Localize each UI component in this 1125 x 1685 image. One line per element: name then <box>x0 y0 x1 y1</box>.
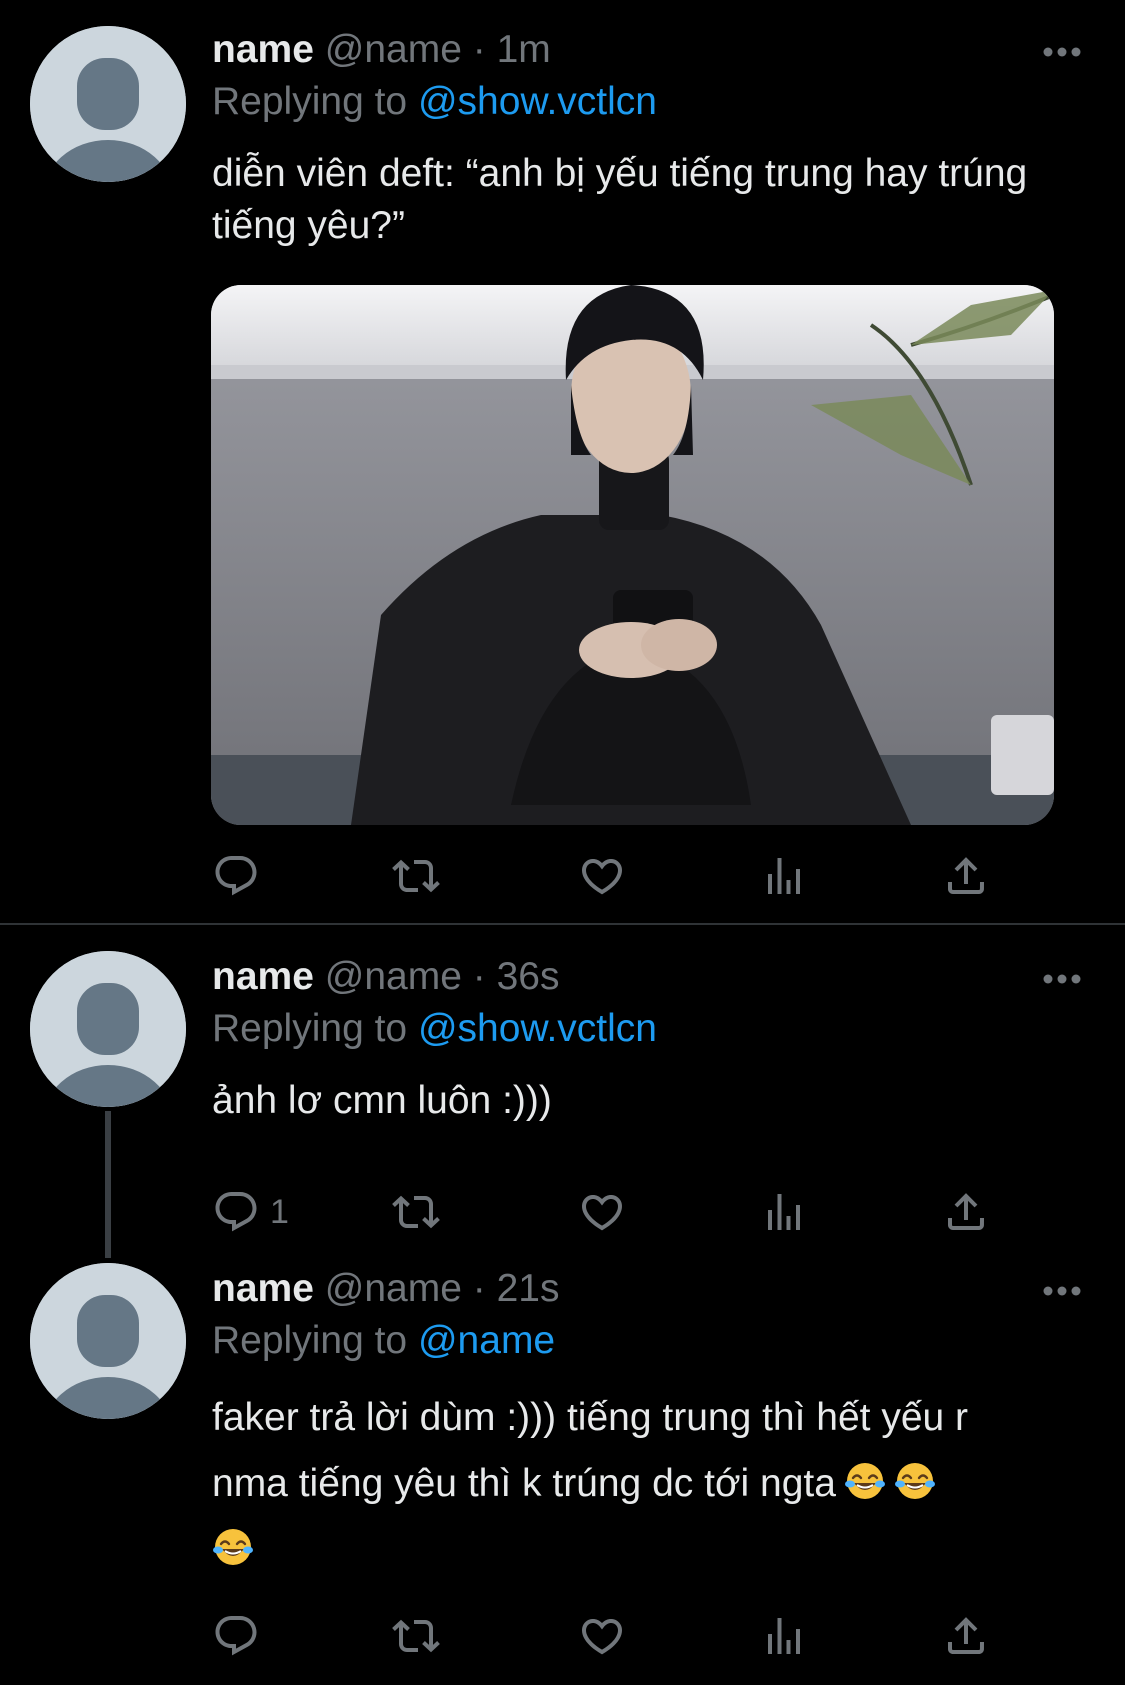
replying-to: Replying to @show.vctlcn <box>212 80 657 124</box>
analytics-icon <box>760 852 808 900</box>
face-with-tears-of-joy-icon <box>212 1526 254 1568</box>
retweet-icon <box>392 852 440 900</box>
replying-label: Replying to <box>212 1319 408 1362</box>
replying-label: Replying to <box>212 1007 408 1050</box>
share-icon <box>942 852 990 900</box>
tweet[interactable]: name @name · 36s Replying to @show.vctlc… <box>0 925 1125 1258</box>
timestamp[interactable]: 1m <box>497 28 551 71</box>
more-button[interactable] <box>1042 972 1082 984</box>
photo-person-with-phone <box>211 285 1054 825</box>
retweet-button[interactable] <box>392 1187 440 1237</box>
share-button[interactable] <box>942 851 990 901</box>
analytics-icon <box>760 1612 808 1660</box>
tweet-header: name @name · 21s <box>212 1267 559 1311</box>
reply-button[interactable] <box>212 1611 260 1661</box>
analytics-button[interactable] <box>760 1187 808 1237</box>
tweet-text-line: faker trả lời dùm :))) tiếng trung thì h… <box>212 1396 969 1439</box>
tweet-actions <box>212 851 1012 901</box>
more-button[interactable] <box>1042 1284 1082 1296</box>
tweet-media-image[interactable] <box>211 285 1054 825</box>
analytics-icon <box>760 1188 808 1236</box>
separator: · <box>472 1267 486 1310</box>
mention-link[interactable]: @name <box>418 1319 555 1362</box>
display-name[interactable]: name <box>212 955 314 998</box>
default-avatar-icon <box>30 951 186 1107</box>
avatar[interactable] <box>30 26 186 182</box>
retweet-button[interactable] <box>392 1611 440 1661</box>
more-icon <box>1043 1286 1081 1296</box>
tweet-header: name @name · 36s <box>212 955 559 999</box>
like-icon <box>578 1612 626 1660</box>
face-with-tears-of-joy-icon <box>844 1460 886 1502</box>
display-name[interactable]: name <box>212 28 314 71</box>
reply-button[interactable] <box>212 851 260 901</box>
tweet-text: ảnh lơ cmn luôn :))) <box>212 1079 552 1122</box>
thread-connector-line <box>105 1111 111 1258</box>
more-button[interactable] <box>1042 45 1082 57</box>
tweet-actions: 1 <box>212 1187 1012 1237</box>
reply-button[interactable]: 1 <box>212 1187 289 1237</box>
more-icon <box>1043 47 1081 57</box>
timestamp[interactable]: 21s <box>497 1267 560 1310</box>
retweet-icon <box>392 1188 440 1236</box>
tweet-text: diễn viên deft: “anh bị yếu tiếng trung … <box>212 152 1028 247</box>
retweet-icon <box>392 1612 440 1660</box>
tweet-text-line: nma tiếng yêu thì k trúng dc tới ngta <box>212 1451 1092 1517</box>
share-button[interactable] <box>942 1611 990 1661</box>
mention-link[interactable]: @show.vctlcn <box>418 80 657 123</box>
face-with-tears-of-joy-icon <box>894 1460 936 1502</box>
retweet-button[interactable] <box>392 851 440 901</box>
mention-link[interactable]: @show.vctlcn <box>418 1007 657 1050</box>
user-handle[interactable]: @name <box>325 1267 462 1310</box>
display-name[interactable]: name <box>212 1267 314 1310</box>
tweet-text: faker trả lời dùm :))) tiếng trung thì h… <box>212 1385 1092 1583</box>
analytics-button[interactable] <box>760 1611 808 1661</box>
tweet-header: name @name · 1m <box>212 28 551 72</box>
separator: · <box>472 28 486 71</box>
share-icon <box>942 1188 990 1236</box>
timestamp[interactable]: 36s <box>497 955 560 998</box>
separator: · <box>472 955 486 998</box>
default-avatar-icon <box>30 26 186 182</box>
reply-icon <box>212 1612 260 1660</box>
like-button[interactable] <box>578 1187 626 1237</box>
default-avatar-icon <box>30 1263 186 1419</box>
replying-to: Replying to @name <box>212 1319 555 1363</box>
tweet-text-line <box>212 1517 1092 1583</box>
share-icon <box>942 1612 990 1660</box>
replying-label: Replying to <box>212 80 408 123</box>
user-handle[interactable]: @name <box>325 28 462 71</box>
tweet[interactable]: name @name · 1m Replying to @show.vctlcn… <box>0 0 1125 923</box>
analytics-button[interactable] <box>760 851 808 901</box>
user-handle[interactable]: @name <box>325 955 462 998</box>
reply-icon <box>212 852 260 900</box>
replying-to: Replying to @show.vctlcn <box>212 1007 657 1051</box>
like-button[interactable] <box>578 1611 626 1661</box>
avatar[interactable] <box>30 1263 186 1419</box>
reply-icon <box>212 1188 260 1236</box>
more-icon <box>1043 974 1081 984</box>
tweet[interactable]: name @name · 21s Replying to @name faker… <box>0 1237 1125 1685</box>
tweet-actions <box>212 1611 1012 1661</box>
like-button[interactable] <box>578 851 626 901</box>
tweet-text-segment: nma tiếng yêu thì k trúng dc tới ngta <box>212 1462 836 1505</box>
like-icon <box>578 1188 626 1236</box>
avatar[interactable] <box>30 951 186 1107</box>
like-icon <box>578 852 626 900</box>
share-button[interactable] <box>942 1187 990 1237</box>
reply-count: 1 <box>270 1192 289 1231</box>
